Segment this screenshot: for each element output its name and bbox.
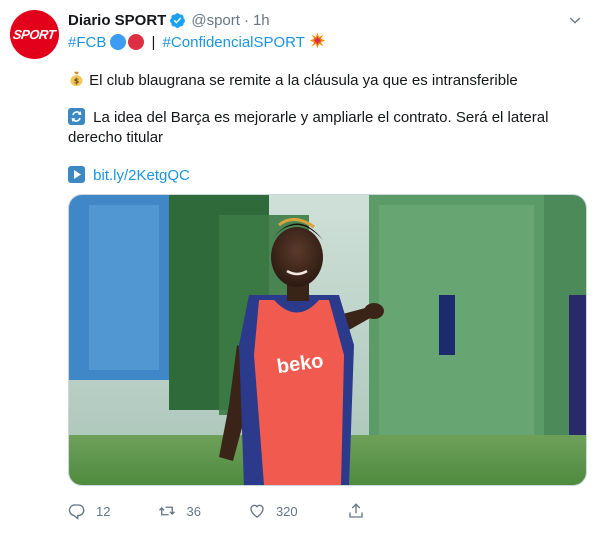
tweet-text-line-2: La idea del Barça es mejorarle y ampliar… (68, 108, 548, 128)
display-name[interactable]: Diario SPORT (68, 12, 166, 29)
like-count: 320 (275, 503, 298, 519)
blue-circle-icon (110, 34, 127, 50)
training-photo: beko (69, 195, 586, 485)
retweet-button[interactable]: 36 (158, 502, 201, 520)
user-handle[interactable]: @sport (191, 12, 240, 29)
verified-badge-icon (169, 12, 186, 29)
timestamp[interactable]: 1h (253, 12, 270, 29)
tweet-link[interactable]: bit.ly/2KetgQC (93, 167, 190, 184)
avatar[interactable]: SPORT (10, 10, 59, 59)
svg-text:$: $ (74, 77, 79, 86)
retweet-count: 36 (186, 503, 201, 519)
tweet-text-2a: La idea del Barça es mejorarle y ampliar… (93, 109, 549, 126)
like-button[interactable]: 320 (248, 502, 298, 520)
link-line: bit.ly/2KetgQC (68, 166, 190, 186)
red-circle-icon (128, 34, 145, 50)
retweet-icon (159, 506, 176, 516)
reply-count: 12 (96, 503, 111, 519)
money-bag-icon: $ (68, 70, 85, 93)
play-button-icon (68, 166, 85, 183)
tweet-card[interactable]: SPORT Diario SPORT @sport · 1h #FCB | #C… (0, 0, 595, 535)
hashtags-line: #FCB | #ConfidencialSPORT (68, 32, 326, 55)
separator-dot: · (243, 11, 249, 29)
share-icon (348, 503, 363, 518)
heart-icon (250, 504, 264, 518)
hashtag-confidencialsport[interactable]: #ConfidencialSPORT (163, 34, 305, 51)
tweet-text-2b: derecho titular (68, 129, 164, 146)
reply-icon (68, 504, 85, 520)
divider: | (151, 34, 156, 51)
tweet-actions: 12 36 320 (68, 500, 365, 522)
reply-button[interactable]: 12 (68, 502, 110, 520)
share-button[interactable] (347, 502, 365, 520)
explosion-icon (309, 32, 326, 55)
hashtag-fcb[interactable]: #FCB (68, 34, 106, 51)
tweet-text-line-1: $ El club blaugrana se remite a la cláus… (68, 70, 518, 93)
tweet-text-line-3: derecho titular (68, 128, 163, 148)
repeat-arrows-icon (68, 108, 85, 125)
avatar-logo-text: SPORT (12, 27, 57, 42)
tweet-photo[interactable]: beko (68, 194, 587, 486)
tweet-text-1: El club blaugrana se remite a la cláusul… (89, 72, 518, 89)
tweet-header: Diario SPORT @sport · 1h (68, 10, 270, 30)
chevron-down-icon[interactable] (565, 10, 585, 30)
